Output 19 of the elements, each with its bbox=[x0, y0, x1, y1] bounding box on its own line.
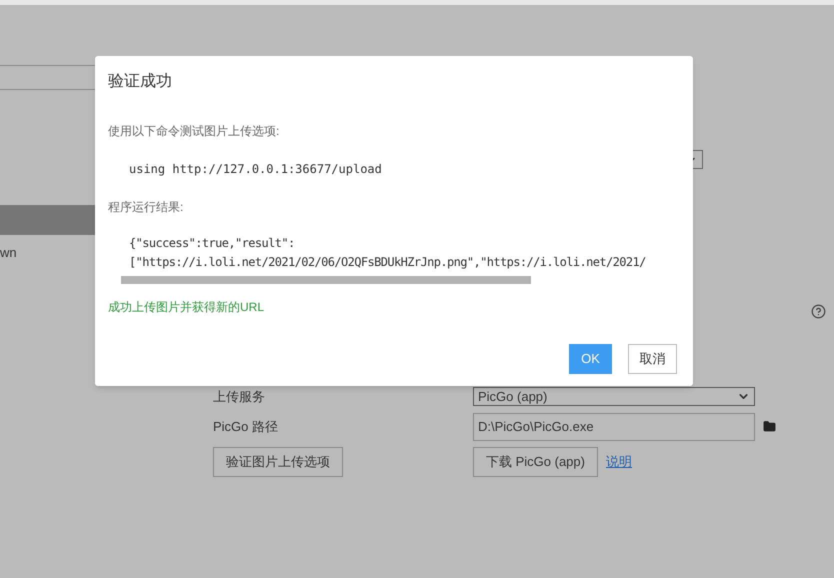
item-text: wn bbox=[0, 244, 18, 262]
intro-text: 使用以下命令测试图片上传选项: bbox=[108, 123, 280, 140]
cancel-button[interactable]: 取消 bbox=[628, 344, 677, 374]
command-text: using http://127.0.0.1:36677/upload bbox=[129, 161, 383, 178]
help-link[interactable]: 说明 bbox=[606, 452, 632, 472]
download-button[interactable]: 下载 PicGo (app) bbox=[473, 446, 598, 476]
result-text: ["https://i.loli.net/2021/02/06/O2QFsBDUkHZrJnp.png","https://i.loli.net/2021/ bbox=[129, 254, 647, 271]
path-field[interactable]: D:\PicGo\PicGo.exe bbox=[473, 412, 755, 440]
dialog-title: 验证成功 bbox=[108, 72, 173, 92]
result-text: {"success":true,"result": bbox=[129, 235, 296, 252]
folder-icon[interactable] bbox=[763, 420, 776, 433]
verify-button[interactable]: 验证图片上传选项 bbox=[213, 446, 343, 476]
field-label: 上传服务 bbox=[213, 388, 266, 406]
success-message: 成功上传图片并获得新的URL bbox=[108, 299, 266, 316]
select-field[interactable]: PicGo (app) bbox=[473, 387, 755, 406]
field-label: PicGo 路径 bbox=[213, 418, 280, 436]
result-label: 程序运行结果: bbox=[108, 199, 184, 216]
help-icon[interactable] bbox=[811, 304, 826, 319]
scrollbar[interactable] bbox=[121, 276, 531, 284]
